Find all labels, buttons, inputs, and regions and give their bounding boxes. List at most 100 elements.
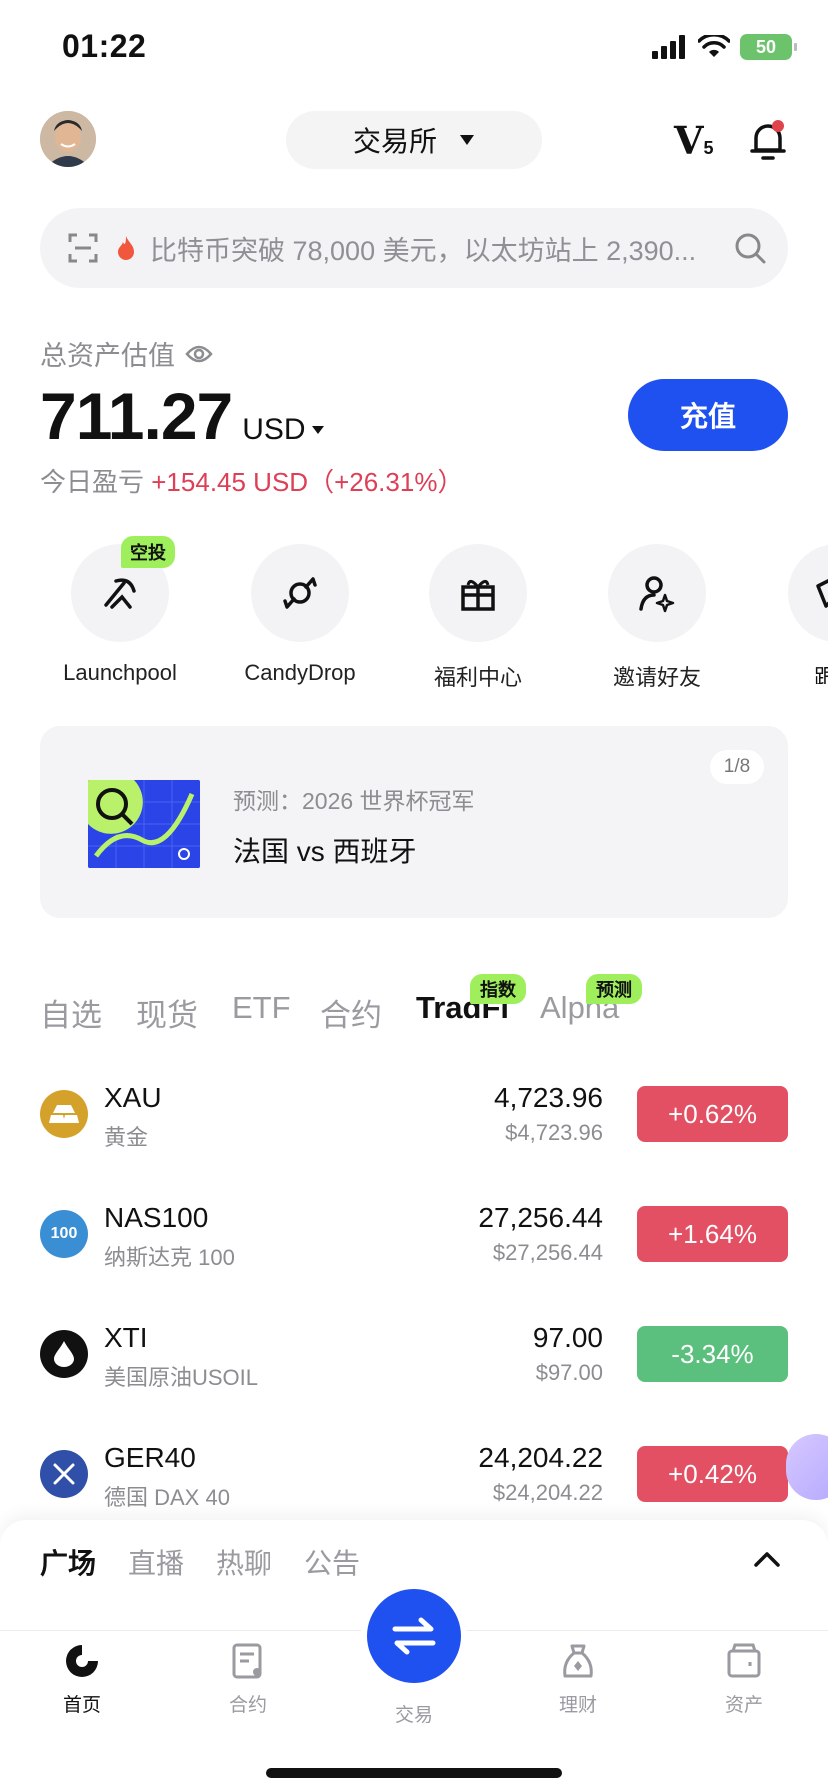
vip-level: V [674,118,704,163]
prediction-illustration [88,780,200,868]
caret-down-icon [460,135,474,145]
tab-favorites[interactable]: 自选 [40,990,102,1035]
tab-square[interactable]: 广场 [40,1542,96,1582]
candy-icon [283,577,317,609]
pnl-line: 今日盈亏 +154.45 USD（+26.31%） [40,462,463,499]
fire-icon [118,236,134,260]
tab-hot-chat[interactable]: 热聊 [216,1542,272,1582]
search-input[interactable]: 比特币突破 78,000 美元，以太坊站上 2,390... [150,229,734,268]
quick-action-invite[interactable]: 邀请好友 [569,544,745,692]
quick-action-label: 邀请好友 [612,665,701,690]
nav-trade-label-wrap[interactable]: 交易 [354,1700,474,1727]
scan-icon[interactable] [68,233,98,263]
vip-badge[interactable]: V5 [674,118,714,163]
caret-down-icon [311,426,324,434]
floating-assistant-button[interactable] [786,1434,828,1500]
market-row-ger40[interactable]: GER40 德国 DAX 40 24,204.22 $24,204.22 +0.… [40,1442,788,1510]
search-bar[interactable]: 比特币突破 78,000 美元，以太坊站上 2,390... [40,208,788,288]
market-name: 黄金 [104,1125,149,1150]
swap-icon [392,1617,436,1655]
market-price-usd: $4,723.96 [505,1120,603,1145]
change-badge[interactable]: +0.62% [637,1086,788,1142]
status-time: 01:22 [62,28,147,64]
dax-icon [40,1450,88,1498]
market-price: 24,204.22 [478,1442,603,1473]
currency-label: USD [242,413,306,446]
market-symbol: NAS100 [104,1202,209,1233]
chevron-up-icon[interactable] [752,1544,782,1574]
invite-icon [639,576,675,613]
gold-icon [40,1090,88,1138]
eye-icon[interactable] [185,344,213,364]
change-badge[interactable]: +0.42% [637,1446,788,1502]
market-name: 德国 DAX 40 [104,1485,230,1510]
index-badge: 指数 [470,974,526,1004]
search-icon[interactable] [734,232,766,264]
quick-action-label: 福利中心 [433,665,522,690]
wifi-icon [698,35,730,57]
quick-action-benefits[interactable]: 福利中心 [390,544,566,692]
nav-label: 理财 [558,1695,597,1716]
home-icon [66,1645,98,1677]
pnl-value: +154.45 USD（+26.31%） [151,467,464,497]
gift-icon [461,580,495,611]
asset-label-text: 总资产估值 [40,341,175,371]
status-icons: 50 [652,34,797,60]
market-price: 27,256.44 [478,1202,603,1233]
nav-label: 交易 [394,1705,433,1726]
market-price-usd: $27,256.44 [492,1240,603,1265]
trade-button[interactable] [367,1589,461,1683]
quick-action-label: Launchpool [63,660,177,685]
change-badge[interactable]: -3.34% [637,1326,788,1382]
home-indicator [266,1768,562,1778]
asset-label: 总资产估值 [40,334,213,373]
quick-action-launchpool[interactable]: 空投 Launchpool [32,536,208,686]
bell-icon[interactable] [748,118,788,162]
quick-action-copytrade[interactable]: 跟 [788,544,828,684]
market-name: 纳斯达克 100 [104,1245,235,1270]
launchpool-icon [104,578,136,609]
nav-home[interactable]: 首页 [22,1642,142,1717]
nav-contract[interactable]: 合约 [188,1642,308,1717]
oil-drop-icon [40,1330,88,1378]
nasdaq-icon: 100 [40,1210,88,1258]
banner-title: 法国 vs 西班牙 [233,836,417,867]
battery-icon: 50 [740,34,797,60]
avatar[interactable] [40,111,96,167]
market-row-nas100[interactable]: 100 NAS100 纳斯达克 100 27,256.44 $27,256.44… [40,1202,788,1270]
contract-icon [232,1643,262,1679]
tab-announcements[interactable]: 公告 [304,1542,360,1582]
quick-action-label: CandyDrop [244,660,356,685]
asset-value: 711.27 USD [40,378,324,454]
tab-live[interactable]: 直播 [128,1542,184,1582]
nav-assets[interactable]: 资产 [684,1642,804,1717]
nav-label: 资产 [724,1695,763,1716]
market-price-usd: $24,204.22 [492,1480,603,1505]
market-symbol: GER40 [104,1442,196,1473]
market-row-xti[interactable]: XTI 美国原油USOIL 97.00 $97.00 -3.34% [40,1322,788,1390]
nav-earn[interactable]: 理财 [518,1642,638,1717]
nav-label: 首页 [62,1695,101,1716]
tab-spot[interactable]: 现货 [136,990,198,1035]
airdrop-badge: 空投 [121,536,175,568]
market-price: 4,723.96 [494,1082,603,1113]
market-row-xau[interactable]: XAU 黄金 4,723.96 $4,723.96 +0.62% [40,1082,788,1150]
exchange-switch[interactable]: 交易所 [286,111,542,169]
wallet-icon [727,1643,761,1678]
change-badge[interactable]: +1.64% [637,1206,788,1262]
prediction-badge: 预测 [586,974,642,1004]
currency-select[interactable]: USD [242,413,324,447]
earn-icon [563,1644,593,1678]
market-price-usd: $97.00 [535,1360,603,1385]
market-price: 97.00 [532,1322,603,1353]
banner-subtitle: 预测：2026 世界杯冠军 [233,788,475,814]
tab-etf[interactable]: ETF [232,990,291,1026]
nav-label: 合约 [228,1695,267,1716]
quick-action-label: 跟 [814,665,828,684]
copy-trade-icon [816,579,828,608]
quick-action-candydrop[interactable]: CandyDrop [212,544,388,686]
tab-futures[interactable]: 合约 [320,990,382,1035]
vip-sub: 5 [703,138,714,158]
market-symbol: XTI [104,1322,148,1353]
deposit-button[interactable]: 充值 [628,379,788,451]
